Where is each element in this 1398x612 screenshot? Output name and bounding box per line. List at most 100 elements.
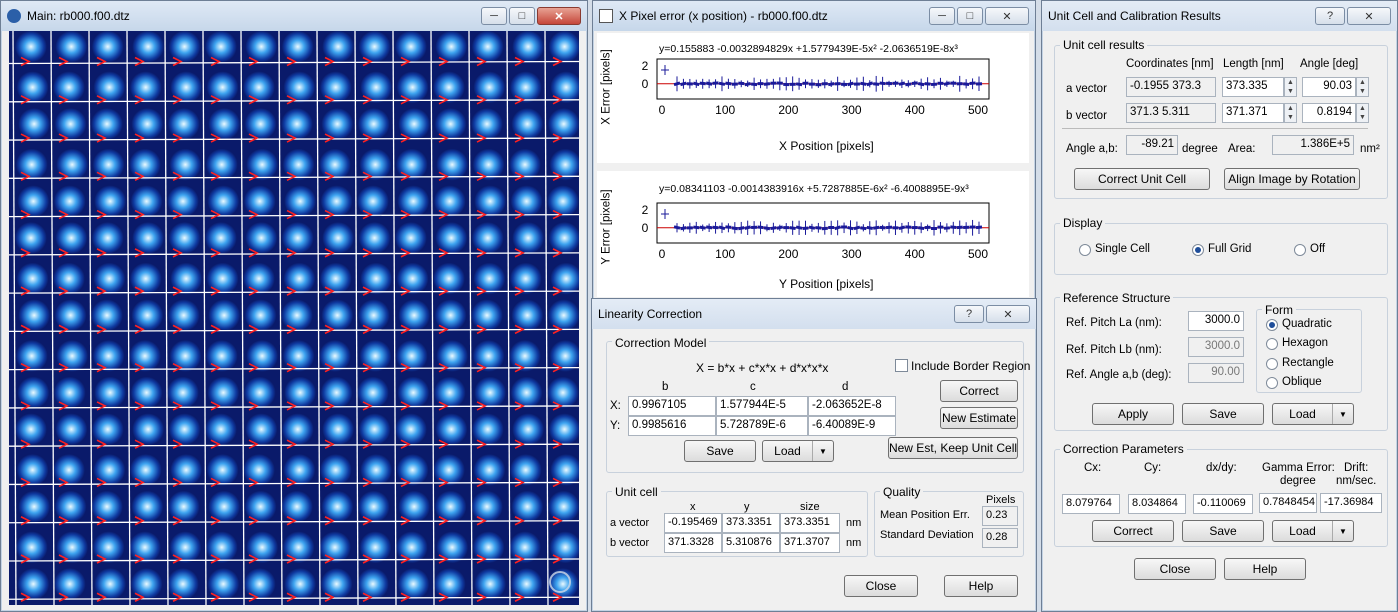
correct-unit-cell-button[interactable]: Correct Unit Cell <box>1074 168 1210 190</box>
load-dropdown[interactable]: Load▼ <box>762 440 834 462</box>
angle-ab-label: Angle a,b: <box>1066 143 1118 155</box>
new-est-keep-button[interactable]: New Est, Keep Unit Cell <box>888 437 1018 459</box>
cx-input[interactable]: 8.079764 <box>1062 494 1120 514</box>
y-tick-label: 0 <box>642 77 649 91</box>
b-length[interactable]: 371.371 <box>1222 103 1284 123</box>
help-button[interactable]: Help <box>944 575 1018 597</box>
oblique-label[interactable]: Oblique <box>1282 376 1322 388</box>
b-angle[interactable]: 0.8194 <box>1302 103 1356 123</box>
close-icon[interactable]: ✕ <box>1347 7 1391 25</box>
cy-input[interactable]: 8.034864 <box>1128 494 1186 514</box>
spot-dot <box>169 340 201 372</box>
save-button[interactable]: Save <box>684 440 756 462</box>
minimize-icon[interactable]: ─ <box>929 7 955 25</box>
uc-a-x[interactable]: -0.195469 <box>664 513 722 533</box>
uc-b-size[interactable]: 371.3707 <box>780 533 840 553</box>
y-d-input[interactable]: -6.40089E-9 <box>808 416 896 436</box>
spot-dot <box>207 454 239 486</box>
x-d-input[interactable]: -2.063652E-8 <box>808 396 896 416</box>
drift-input[interactable]: -17.36984 <box>1320 493 1382 513</box>
a-length-spinner[interactable]: ▲▼ <box>1284 77 1297 97</box>
cx-header: Cx: <box>1084 462 1101 474</box>
y-b-input[interactable]: 0.9985616 <box>628 416 716 436</box>
param-correct-button[interactable]: Correct <box>1092 520 1174 542</box>
maximize-icon[interactable]: □ <box>509 7 535 25</box>
unit-cell-titlebar[interactable]: Unit Cell and Calibration Results ? ✕ <box>1042 1 1397 31</box>
a-length[interactable]: 373.335 <box>1222 77 1284 97</box>
dxdy-input[interactable]: -0.110069 <box>1193 494 1253 514</box>
pitch-la-input[interactable]: 3000.0 <box>1188 311 1244 331</box>
uc-b-x[interactable]: 371.3328 <box>664 533 722 553</box>
zoom-icon[interactable] <box>549 571 571 593</box>
hexagon-label[interactable]: Hexagon <box>1282 337 1328 349</box>
new-estimate-button[interactable]: New Estimate <box>940 407 1018 429</box>
maximize-icon[interactable]: □ <box>957 7 983 25</box>
error-marker <box>745 84 751 85</box>
close-icon[interactable]: ✕ <box>986 305 1030 323</box>
y-tick-label: 0 <box>642 221 649 235</box>
quadratic-radio[interactable] <box>1266 319 1278 331</box>
reference-structure-label: Reference Structure <box>1060 291 1173 305</box>
error-marker <box>674 227 680 228</box>
error-marker <box>918 84 924 85</box>
spot-dot <box>473 454 505 486</box>
spot-dot <box>246 149 278 181</box>
spot-dot <box>129 531 161 563</box>
full-grid-radio[interactable] <box>1192 244 1204 256</box>
b-length-spinner[interactable]: ▲▼ <box>1284 103 1297 123</box>
single-cell-radio[interactable] <box>1079 244 1091 256</box>
pixels-header: Pixels <box>986 494 1015 506</box>
spot-dot <box>56 531 88 563</box>
oblique-radio[interactable] <box>1266 377 1278 389</box>
help-icon[interactable]: ? <box>954 305 984 323</box>
ref-load-dropdown[interactable]: Load▼ <box>1272 403 1354 425</box>
linearity-titlebar[interactable]: Linearity Correction ? ✕ <box>592 299 1036 329</box>
include-border-checkbox[interactable] <box>895 359 908 372</box>
error-marker <box>925 84 931 85</box>
minimize-icon[interactable]: ─ <box>481 7 507 25</box>
close-icon[interactable]: ✕ <box>537 7 581 25</box>
rectangle-radio[interactable] <box>1266 358 1278 370</box>
close-button[interactable]: Close <box>844 575 918 597</box>
include-border-label[interactable]: Include Border Region <box>911 359 1030 373</box>
spot-dot <box>397 454 429 486</box>
uc-close-button[interactable]: Close <box>1134 558 1216 580</box>
uc-a-size[interactable]: 373.3351 <box>780 513 840 533</box>
b-angle-spinner[interactable]: ▲▼ <box>1356 103 1369 123</box>
x-c-input[interactable]: 1.577944E-5 <box>716 396 808 416</box>
ref-save-button[interactable]: Save <box>1182 403 1264 425</box>
param-load-dropdown[interactable]: Load▼ <box>1272 520 1354 542</box>
spot-dot <box>395 222 427 254</box>
param-save-button[interactable]: Save <box>1182 520 1264 542</box>
a-angle[interactable]: 90.03 <box>1302 77 1356 97</box>
uc-b-y[interactable]: 5.310876 <box>722 533 780 553</box>
hexagon-radio[interactable] <box>1266 338 1278 350</box>
gamma-input[interactable]: 0.7848454 <box>1259 493 1317 513</box>
close-icon[interactable]: ✕ <box>985 7 1029 25</box>
single-cell-label[interactable]: Single Cell <box>1095 243 1150 255</box>
error-marker <box>835 227 841 229</box>
x-b-input[interactable]: 0.9967105 <box>628 396 716 416</box>
spot-dot <box>93 531 125 563</box>
full-grid-label[interactable]: Full Grid <box>1208 243 1251 255</box>
uc-help-button[interactable]: Help <box>1224 558 1306 580</box>
correct-button[interactable]: Correct <box>940 380 1018 402</box>
align-image-button[interactable]: Align Image by Rotation <box>1224 168 1360 190</box>
y-c-input[interactable]: 5.728789E-6 <box>716 416 808 436</box>
apply-button[interactable]: Apply <box>1092 403 1174 425</box>
spot-dot <box>205 222 237 254</box>
main-titlebar[interactable]: Main: rb000.f00.dtz ─ □ ✕ <box>1 1 587 31</box>
help-icon[interactable]: ? <box>1315 7 1345 25</box>
a-angle-spinner[interactable]: ▲▼ <box>1356 77 1369 97</box>
off-radio[interactable] <box>1294 244 1306 256</box>
off-label[interactable]: Off <box>1310 243 1325 255</box>
spot-dot <box>207 185 239 217</box>
rectangle-label[interactable]: Rectangle <box>1282 357 1334 369</box>
error-marker <box>764 84 770 85</box>
grid-image-canvas[interactable] <box>9 31 579 605</box>
quadratic-label[interactable]: Quadratic <box>1282 318 1332 330</box>
pixel-error-titlebar[interactable]: X Pixel error (x position) - rb000.f00.d… <box>593 1 1035 31</box>
grid-line-v <box>13 31 16 605</box>
uc-a-y[interactable]: 373.3351 <box>722 513 780 533</box>
error-marker <box>905 84 911 85</box>
